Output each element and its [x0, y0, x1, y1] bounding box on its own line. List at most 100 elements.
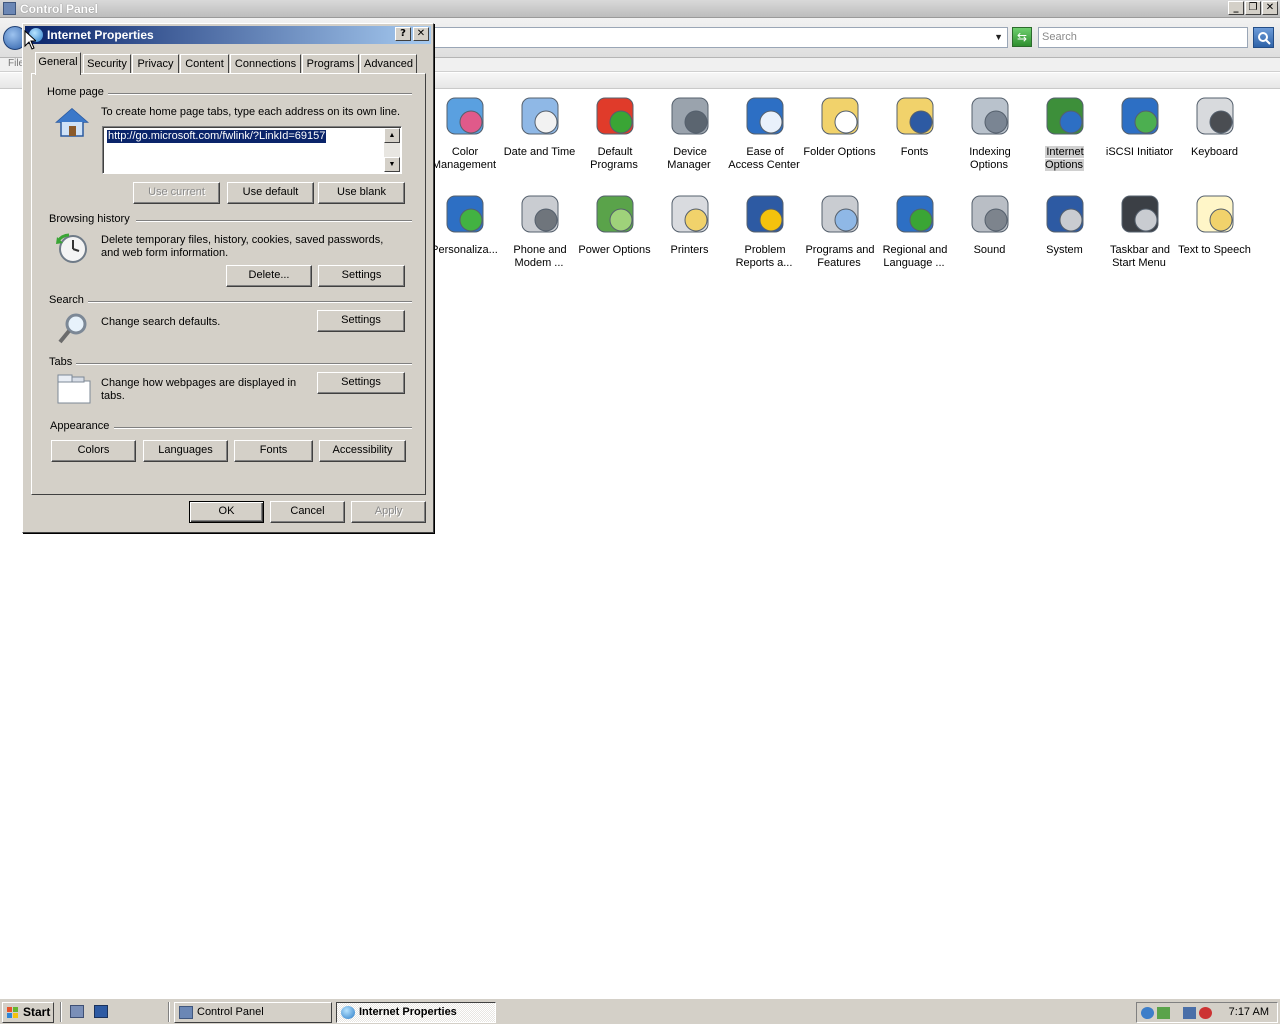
system-tray: 7:17 AM [1136, 1002, 1278, 1023]
control-panel-icon [179, 1006, 193, 1019]
control-panel-item[interactable]: Printers [652, 190, 727, 257]
use-default-button[interactable]: Use default [227, 182, 314, 204]
control-panel-item[interactable]: iSCSI Initiator [1102, 92, 1177, 159]
regional-language-icon [891, 190, 939, 238]
divider [136, 220, 412, 222]
divider [76, 363, 412, 365]
chevron-down-icon[interactable]: ▼ [994, 32, 1003, 42]
control-panel-item-label: Personaliza... [431, 244, 498, 256]
tab-connections[interactable]: Connections [230, 54, 301, 74]
maximize-button[interactable]: ❐ [1245, 1, 1261, 15]
dialog-title: Internet Properties [47, 28, 154, 42]
general-tab-panel: Home page To create home page tabs, type… [31, 73, 426, 495]
internet-options-icon [1041, 92, 1089, 140]
taskbar-control-panel[interactable]: Control Panel [174, 1002, 332, 1023]
system-icon [1041, 190, 1089, 238]
dialog-titlebar: Internet Properties ? ✕ [25, 26, 431, 44]
folder-options-icon [816, 92, 864, 140]
control-panel-item-label: Regional and Language ... [882, 244, 948, 269]
use-blank-button[interactable]: Use blank [318, 182, 405, 204]
control-panel-item-label: Text to Speech [1178, 244, 1251, 256]
fonts-button[interactable]: Fonts [234, 440, 313, 462]
start-button[interactable]: Start [2, 1002, 54, 1023]
power-options-icon [591, 190, 639, 238]
scrollbar[interactable]: ▲ ▼ [384, 128, 400, 172]
apply-button[interactable]: Apply [351, 501, 426, 523]
use-current-button[interactable]: Use current [133, 182, 220, 204]
taskbar-internet-properties[interactable]: Internet Properties [336, 1002, 496, 1023]
control-panel-item-label: Taskbar and Start Menu [1110, 244, 1170, 269]
tab-privacy[interactable]: Privacy [132, 54, 179, 74]
control-panel-item[interactable]: Problem Reports a... [727, 190, 802, 270]
control-panel-item[interactable]: Power Options [577, 190, 652, 257]
tabs-icon [57, 374, 91, 404]
search-settings-button[interactable]: Settings [317, 310, 405, 332]
control-panel-item[interactable]: Internet Options [1027, 92, 1102, 172]
security-shield-icon[interactable] [1157, 1007, 1170, 1019]
colors-button[interactable]: Colors [51, 440, 136, 462]
control-panel-item[interactable]: Indexing Options [952, 92, 1027, 172]
control-panel-item[interactable]: System [1027, 190, 1102, 257]
control-panel-item[interactable]: Programs and Features [802, 190, 877, 270]
scroll-up-icon[interactable]: ▲ [384, 128, 400, 143]
control-panel-item[interactable]: Color Management [427, 92, 502, 172]
search-input[interactable]: Search [1038, 27, 1248, 48]
dialog-close-button[interactable]: ✕ [413, 27, 429, 41]
volume-muted-icon[interactable] [1199, 1007, 1212, 1019]
tab-advanced[interactable]: Advanced [360, 54, 417, 74]
tabs-settings-button[interactable]: Settings [317, 372, 405, 394]
keyboard-icon [1191, 92, 1239, 140]
refresh-button[interactable]: ⇆ [1012, 27, 1032, 47]
languages-button[interactable]: Languages [143, 440, 228, 462]
tabs-group-label: Tabs [49, 356, 73, 368]
control-panel-item[interactable]: Phone and Modem ... [502, 190, 577, 270]
tab-programs[interactable]: Programs [302, 54, 359, 74]
phone-modem-icon [516, 190, 564, 238]
cancel-button[interactable]: Cancel [270, 501, 345, 523]
tab-content[interactable]: Content [180, 54, 229, 74]
history-settings-button[interactable]: Settings [318, 265, 405, 287]
network-icon[interactable] [1183, 1007, 1196, 1019]
delete-history-button[interactable]: Delete... [226, 265, 312, 287]
control-panel-item[interactable]: Fonts [877, 92, 952, 159]
server-manager-icon[interactable] [70, 1005, 84, 1018]
taskbar-button-label: Internet Properties [359, 1006, 457, 1018]
control-panel-item[interactable]: Regional and Language ... [877, 190, 952, 270]
minimize-button[interactable]: _ [1228, 1, 1244, 15]
control-panel-item[interactable]: Folder Options [802, 92, 877, 159]
control-panel-item-label: Power Options [578, 244, 651, 256]
tab-general[interactable]: General [35, 52, 81, 75]
search-button[interactable] [1253, 27, 1274, 48]
accessibility-button[interactable]: Accessibility [319, 440, 406, 462]
control-panel-item[interactable]: Personaliza... [427, 190, 502, 257]
help-button[interactable]: ? [395, 27, 411, 41]
control-panel-item-label: Problem Reports a... [735, 244, 793, 269]
taskbar-start-menu-icon [1116, 190, 1164, 238]
control-panel-item[interactable]: Keyboard [1177, 92, 1252, 159]
home-page-textarea[interactable]: http://go.microsoft.com/fwlink/?LinkId=6… [102, 126, 402, 174]
control-panel-item[interactable]: Date and Time [502, 92, 577, 159]
sound-icon [966, 190, 1014, 238]
control-panel-item[interactable]: Device Manager [652, 92, 727, 172]
search-description: Change search defaults. [101, 316, 221, 328]
ok-button[interactable]: OK [189, 501, 264, 523]
network-globe-icon[interactable] [1141, 1007, 1154, 1019]
scroll-down-icon[interactable]: ▼ [384, 157, 400, 172]
control-panel-item[interactable]: Sound [952, 190, 1027, 257]
control-panel-item[interactable]: Text to Speech [1177, 190, 1252, 257]
close-button[interactable]: ✕ [1262, 1, 1278, 15]
show-desktop-icon[interactable] [94, 1005, 108, 1018]
browsing-history-group-label: Browsing history [49, 213, 130, 225]
separator [168, 1002, 170, 1022]
magnifier-icon [58, 313, 87, 344]
address-field[interactable]: ▼ [434, 27, 1008, 48]
control-panel-item[interactable]: Taskbar and Start Menu [1102, 190, 1177, 270]
control-panel-item-label: Printers [670, 244, 709, 256]
control-panel-item[interactable]: Ease of Access Center [727, 92, 802, 172]
indexing-options-icon [966, 92, 1014, 140]
main-window-title: Control Panel [20, 2, 99, 16]
control-panel-item[interactable]: Default Programs [577, 92, 652, 172]
tab-security[interactable]: Security [83, 54, 131, 74]
home-page-url: http://go.microsoft.com/fwlink/?LinkId=6… [107, 130, 327, 143]
clock[interactable]: 7:17 AM [1229, 1006, 1269, 1018]
